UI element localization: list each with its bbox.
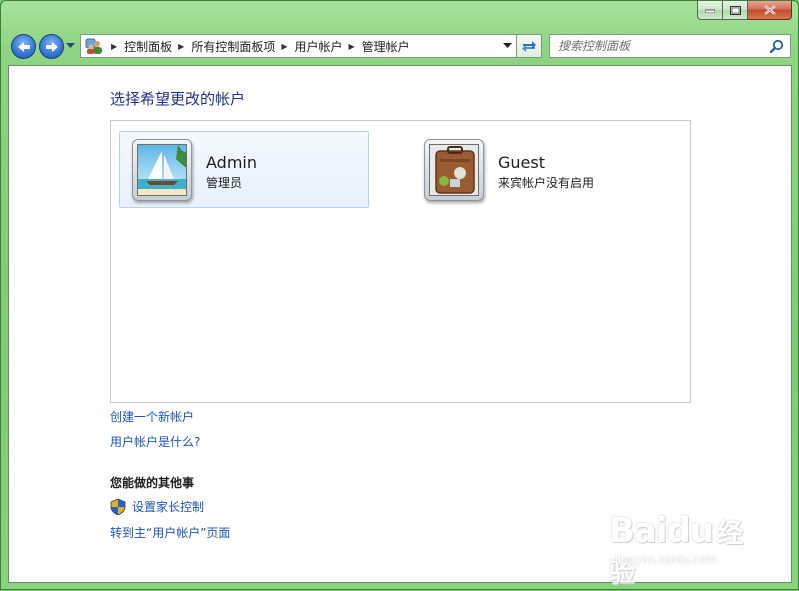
breadcrumb-separator-icon: ▶ [111, 41, 118, 51]
caption-buttons [697, 1, 792, 21]
address-bar[interactable]: ▶ 控制面板 ▶ 所有控制面板项 ▶ 用户帐户 ▶ 管理帐户 [80, 34, 517, 58]
maximize-icon [729, 5, 741, 15]
what-is-user-account-link[interactable]: 用户帐户是什么? [110, 433, 200, 450]
arrow-left-icon [17, 41, 30, 52]
maximize-button[interactable] [723, 1, 748, 20]
recent-pages-dropdown-icon[interactable] [66, 43, 75, 49]
baidu-logo: Baidu 经验 [609, 511, 759, 591]
control-panel-users-icon [83, 35, 105, 57]
accounts-panel: Admin 管理员 Guest 来宾帐户没有启用 [110, 120, 691, 403]
uac-shield-icon [110, 498, 126, 515]
close-button[interactable] [748, 1, 792, 20]
address-dropdown-icon[interactable] [503, 43, 512, 49]
other-tasks-heading: 您能做的其他事 [110, 476, 195, 490]
watermark-url: jingyan.baidu.com [615, 553, 717, 566]
refresh-icon [522, 41, 536, 52]
minimize-button[interactable] [697, 1, 723, 20]
breadcrumb-all-items[interactable]: 所有控制面板项 [191, 38, 275, 55]
main-user-accounts-page-link[interactable]: 转到主“用户帐户”页面 [110, 524, 230, 541]
search-box[interactable] [549, 34, 791, 58]
sailboat-avatar-icon [132, 139, 192, 201]
page-title: 选择希望更改的帐户 [110, 90, 246, 108]
account-name: Admin [206, 153, 257, 172]
create-account-link[interactable]: 创建一个新帐户 [110, 408, 194, 425]
back-button[interactable] [11, 34, 36, 59]
refresh-button[interactable] [517, 34, 542, 58]
account-tile-guest[interactable]: Guest 来宾帐户没有启用 [411, 131, 661, 208]
forward-button[interactable] [39, 34, 64, 59]
close-icon [763, 5, 776, 15]
suitcase-avatar-icon [424, 139, 484, 201]
breadcrumb-user-accounts[interactable]: 用户帐户 [295, 38, 343, 55]
account-tile-admin[interactable]: Admin 管理员 [119, 131, 369, 208]
search-input[interactable] [558, 36, 770, 56]
account-name: Guest [498, 153, 545, 172]
breadcrumb-separator-icon: ▶ [348, 41, 355, 51]
parental-controls-row: 设置家长控制 [110, 498, 204, 515]
window-frame: ▶ 控制面板 ▶ 所有控制面板项 ▶ 用户帐户 ▶ 管理帐户 选择希望更改的帐户 [0, 0, 799, 590]
baidu-jingyan-watermark: Baidu 经验 jingyan.baidu.com [609, 497, 759, 589]
breadcrumb-separator-icon: ▶ [178, 41, 185, 51]
minimize-icon [705, 9, 715, 13]
arrow-right-icon [45, 41, 58, 52]
account-type: 管理员 [206, 176, 243, 190]
search-icon[interactable] [770, 39, 784, 53]
parental-controls-link[interactable]: 设置家长控制 [132, 498, 204, 515]
breadcrumb-control-panel[interactable]: 控制面板 [124, 38, 172, 55]
watermark-logo-text: Baidu [609, 511, 714, 551]
breadcrumb-manage-accounts[interactable]: 管理帐户 [362, 38, 410, 55]
breadcrumb-separator-icon: ▶ [281, 41, 288, 51]
account-status: 来宾帐户没有启用 [498, 176, 595, 190]
